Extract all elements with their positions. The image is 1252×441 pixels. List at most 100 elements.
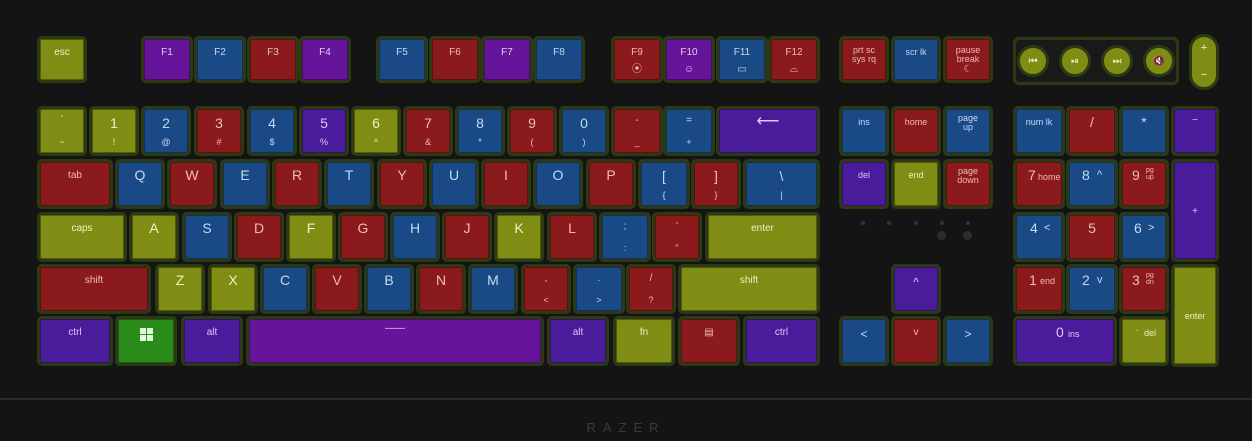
key-3[interactable]: 3 # (194, 106, 244, 156)
key-d[interactable]: D (234, 212, 284, 262)
key-f8[interactable]: F8 (533, 36, 585, 83)
key-right-ctrl[interactable]: ctrl (743, 316, 820, 366)
key-scrolllock[interactable]: scr lk (891, 36, 941, 83)
key-g[interactable]: G (338, 212, 388, 262)
key-windows[interactable] (115, 316, 177, 366)
key-y[interactable]: Y (377, 159, 427, 209)
key-v[interactable]: V (312, 264, 362, 314)
key-left-ctrl[interactable]: ctrl (37, 316, 113, 366)
key-right-shift[interactable]: shift (678, 264, 820, 314)
key-5[interactable]: 5% (299, 106, 349, 156)
key-b[interactable]: B (364, 264, 414, 314)
key-slash[interactable]: /? (626, 264, 676, 314)
key-q[interactable]: Q (115, 159, 165, 209)
key-numpad-3[interactable]: 3 pg dn (1119, 264, 1169, 314)
key-menu[interactable]: ▤ (678, 316, 740, 366)
key-pageup[interactable]: page up (943, 106, 993, 156)
key-o[interactable]: O (533, 159, 583, 209)
key-numpad-minus[interactable]: − (1171, 106, 1219, 156)
key-left-shift[interactable]: shift (37, 264, 151, 314)
key-fn[interactable]: fn (613, 316, 675, 366)
key-f6[interactable]: F6 (429, 36, 481, 83)
key-arrow-up[interactable]: ^ (891, 264, 941, 314)
key-numpad-decimal[interactable]: . del (1119, 316, 1169, 366)
key-p[interactable]: P (586, 159, 636, 209)
key-a[interactable]: A (129, 212, 179, 262)
key-f[interactable]: F (286, 212, 336, 262)
key-numpad-7[interactable]: 7 home (1013, 159, 1065, 209)
key-esc[interactable]: esc (37, 36, 87, 83)
key-numpad-enter[interactable]: enter (1171, 264, 1219, 367)
previous-track-button[interactable]: ⏮ (1017, 45, 1049, 77)
key-e[interactable]: E (220, 159, 270, 209)
key-2[interactable]: 2 @ (141, 106, 191, 156)
key-t[interactable]: T (324, 159, 374, 209)
key-tab[interactable]: tab (37, 159, 113, 209)
key-delete[interactable]: del (839, 159, 889, 209)
key-0[interactable]: 0) (559, 106, 609, 156)
key-f7[interactable]: F7 (481, 36, 533, 83)
key-numpad-plus[interactable]: + (1171, 159, 1219, 262)
key-j[interactable]: J (442, 212, 492, 262)
key-numpad-multiply[interactable]: * (1119, 106, 1169, 156)
key-r[interactable]: R (272, 159, 322, 209)
key-f9[interactable]: F9 ⦿ (611, 36, 663, 83)
key-x[interactable]: X (208, 264, 258, 314)
key-numpad-0[interactable]: 0 ins (1013, 316, 1117, 366)
key-equal[interactable]: = + (663, 106, 715, 156)
key-6[interactable]: 6 ^ (351, 106, 401, 156)
key-minus[interactable]: - _ (611, 106, 663, 156)
key-backtick[interactable]: ` ~ (37, 106, 87, 156)
key-f3[interactable]: F3 (247, 36, 299, 83)
play-pause-button[interactable]: ⏯ (1059, 45, 1091, 77)
key-f2[interactable]: F2 (194, 36, 246, 83)
key-left-alt[interactable]: alt (181, 316, 243, 366)
key-numpad-4[interactable]: 4 < (1013, 212, 1065, 262)
key-numlock[interactable]: num lk (1013, 106, 1065, 156)
key-s[interactable]: S (182, 212, 232, 262)
key-numpad-9[interactable]: 9 pg up (1119, 159, 1169, 209)
key-home[interactable]: home (891, 106, 941, 156)
key-c[interactable]: C (260, 264, 310, 314)
key-w[interactable]: W (167, 159, 217, 209)
key-backspace[interactable]: ⟵ (716, 106, 820, 156)
key-quote[interactable]: ' " (652, 212, 702, 262)
key-right-alt[interactable]: alt (547, 316, 609, 366)
key-backslash[interactable]: \ | (743, 159, 820, 209)
key-numpad-1[interactable]: 1 end (1013, 264, 1065, 314)
key-numpad-6[interactable]: 6 > (1119, 212, 1169, 262)
key-numpad-5[interactable]: 5 (1066, 212, 1118, 262)
key-numpad-2[interactable]: 2v (1066, 264, 1118, 314)
key-space[interactable]: —— (246, 316, 544, 366)
key-8[interactable]: 8 * (455, 106, 505, 156)
key-h[interactable]: H (390, 212, 440, 262)
key-f10[interactable]: F10 ☺ (663, 36, 715, 83)
key-arrow-down[interactable]: v (891, 316, 941, 366)
key-z[interactable]: Z (155, 264, 205, 314)
key-f11[interactable]: F11 ▭ (716, 36, 768, 83)
key-right-bracket[interactable]: ]} (691, 159, 741, 209)
next-track-button[interactable]: ⏭ (1101, 45, 1133, 77)
key-capslock[interactable]: caps (37, 212, 127, 262)
key-insert[interactable]: ins (839, 106, 889, 156)
key-enter[interactable]: enter (705, 212, 820, 262)
key-arrow-right[interactable]: > (943, 316, 993, 366)
key-end[interactable]: end (891, 159, 941, 209)
key-numpad-8[interactable]: 8 ^ (1066, 159, 1118, 209)
key-period[interactable]: . > (573, 264, 625, 314)
key-arrow-left[interactable]: < (839, 316, 889, 366)
key-left-bracket[interactable]: [{ (638, 159, 690, 209)
key-pause[interactable]: pause break ☾ (943, 36, 993, 83)
key-u[interactable]: U (429, 159, 479, 209)
key-1[interactable]: 1! (89, 106, 139, 156)
key-k[interactable]: K (494, 212, 544, 262)
key-semicolon[interactable]: ;: (599, 212, 651, 262)
mute-button[interactable]: 🔇 (1143, 45, 1175, 77)
key-f12[interactable]: F12 ⌓ (768, 36, 820, 83)
key-f4[interactable]: F4 (299, 36, 351, 83)
key-m[interactable]: M (468, 264, 518, 314)
key-4[interactable]: 4 $ (247, 106, 297, 156)
key-f1[interactable]: F1 (141, 36, 193, 83)
key-comma[interactable]: , < (521, 264, 571, 314)
key-f5[interactable]: F5 (376, 36, 428, 83)
